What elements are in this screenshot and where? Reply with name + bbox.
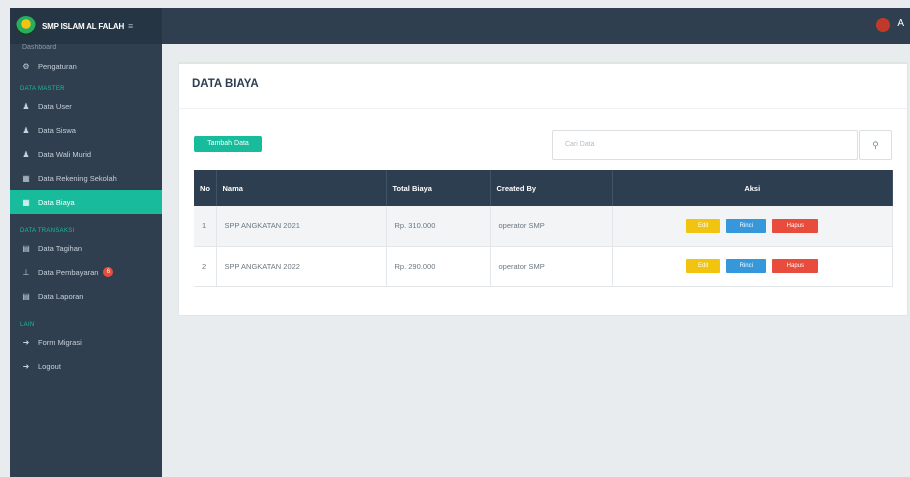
- notification-badge: 6: [103, 267, 114, 277]
- sidebar-item-data-tagihan[interactable]: ▤ Data Tagihan: [10, 236, 162, 260]
- users-icon: ♟: [22, 101, 30, 111]
- cell-created-by: operator SMP: [490, 246, 613, 287]
- hapus-button[interactable]: Hapus: [772, 218, 819, 233]
- sidebar-item-label: Data Biaya: [38, 197, 75, 207]
- cell-aksi: Edit Rinci Hapus: [612, 206, 893, 247]
- sidebar-item-label: Data Pembayaran: [38, 267, 99, 277]
- add-data-button[interactable]: Tambah Data: [194, 136, 262, 152]
- file-icon: ▤: [22, 291, 30, 301]
- search-icon: ⚲: [872, 140, 879, 150]
- edit-button[interactable]: Edit: [686, 259, 721, 273]
- app-title: SMP ISLAM AL FALAH: [42, 21, 125, 31]
- money-icon: ⊥: [22, 267, 30, 277]
- sidebar-item-data-pembayaran[interactable]: ⊥ Data Pembayaran 6: [10, 260, 162, 284]
- sidebar-item-data-rekening-sekolah[interactable]: ▦ Data Rekening Sekolah: [10, 166, 162, 190]
- users-icon: ♟: [22, 149, 30, 159]
- divider: [179, 108, 907, 109]
- user-menu[interactable]: A: [897, 18, 904, 29]
- sidebar-item-form-migrasi[interactable]: ➜ Form Migrasi: [10, 330, 162, 354]
- edit-button[interactable]: Edit: [686, 218, 721, 233]
- content-card: DATA BIAYA Tambah Data Cari Data ⚲ No Na…: [178, 62, 908, 316]
- user-avatar-icon[interactable]: [876, 18, 890, 32]
- column-header: Aksi: [612, 170, 893, 206]
- sidebar-item-label: Data User: [38, 101, 72, 111]
- sidebar-item-label: Pengaturan: [38, 61, 77, 71]
- sidebar-item-label: Data Wali Murid: [38, 149, 92, 159]
- card-icon: ▦: [22, 173, 30, 183]
- sidebar-item-data-laporan[interactable]: ▤ Data Laporan: [10, 284, 162, 308]
- cell-nama: SPP ANGKATAN 2022: [216, 246, 387, 287]
- sidebar-item-logout[interactable]: ➜ Logout: [10, 354, 162, 378]
- sidebar-item-data-biaya[interactable]: ▦ Data Biaya: [10, 190, 162, 214]
- gear-icon: ⚙: [22, 61, 30, 71]
- biaya-table: No Nama Total Biaya Created By Aksi 1 SP…: [194, 170, 893, 287]
- brand[interactable]: SMP ISLAM AL FALAH ≡: [10, 8, 162, 44]
- search-button[interactable]: ⚲: [859, 130, 892, 160]
- search-input[interactable]: Cari Data: [552, 130, 858, 160]
- cell-nama: SPP ANGKATAN 2021: [216, 206, 387, 247]
- sidebar-item-label: Data Tagihan: [38, 243, 83, 253]
- sidebar-item-label: Data Siswa: [38, 125, 76, 135]
- sidebar-item-pengaturan[interactable]: ⚙ Pengaturan: [10, 54, 162, 78]
- rinci-button[interactable]: Rinci: [726, 218, 767, 233]
- cell-total: Rp. 310.000: [386, 206, 491, 247]
- sidebar-item-data-wali-murid[interactable]: ♟ Data Wali Murid: [10, 142, 162, 166]
- column-header: Nama: [216, 170, 387, 206]
- sidebar-item-data-user[interactable]: ♟ Data User: [10, 94, 162, 118]
- section-data-transaksi: DATA TRANSAKSI: [20, 228, 75, 234]
- table-header-row: No Nama Total Biaya Created By Aksi: [194, 170, 893, 206]
- sidebar-item-label: Logout: [38, 361, 61, 371]
- sidebar-item-label: Data Laporan: [38, 291, 84, 301]
- signin-icon: ➜: [22, 337, 30, 347]
- users-icon: ♟: [22, 125, 30, 135]
- signout-icon: ➜: [22, 361, 30, 371]
- cell-no: 1: [194, 206, 217, 247]
- calendar-icon: ▤: [22, 243, 30, 253]
- table-row: 2 SPP ANGKATAN 2022 Rp. 290.000 operator…: [194, 246, 893, 287]
- hapus-button[interactable]: Hapus: [772, 259, 819, 273]
- sidebar-item-label: Data Rekening Sekolah: [38, 173, 117, 183]
- card-icon: ▦: [22, 197, 30, 207]
- page-title: DATA BIAYA: [192, 78, 259, 90]
- school-logo: [16, 16, 36, 36]
- cell-no: 2: [194, 246, 217, 287]
- table-row: 1 SPP ANGKATAN 2021 Rp. 310.000 operator…: [194, 206, 893, 247]
- sidebar-item-data-siswa[interactable]: ♟ Data Siswa: [10, 118, 162, 142]
- column-header: Created By: [490, 170, 613, 206]
- cell-created-by: operator SMP: [490, 206, 613, 247]
- column-header: No: [194, 170, 217, 206]
- topbar: A: [162, 8, 910, 44]
- cell-total: Rp. 290.000: [386, 246, 491, 287]
- sidebar: SMP ISLAM AL FALAH ≡ Dashboard ⚙ Pengatu…: [10, 8, 162, 477]
- column-header: Total Biaya: [386, 170, 491, 206]
- cell-aksi: Edit Rinci Hapus: [612, 246, 893, 287]
- sidebar-item-dashboard[interactable]: Dashboard: [10, 44, 162, 54]
- section-data-master: DATA MASTER: [20, 86, 65, 92]
- rinci-button[interactable]: Rinci: [726, 259, 767, 273]
- menu-toggle-icon[interactable]: ≡: [128, 21, 133, 31]
- sidebar-item-label: Form Migrasi: [38, 337, 82, 347]
- section-lain: LAIN: [20, 322, 35, 328]
